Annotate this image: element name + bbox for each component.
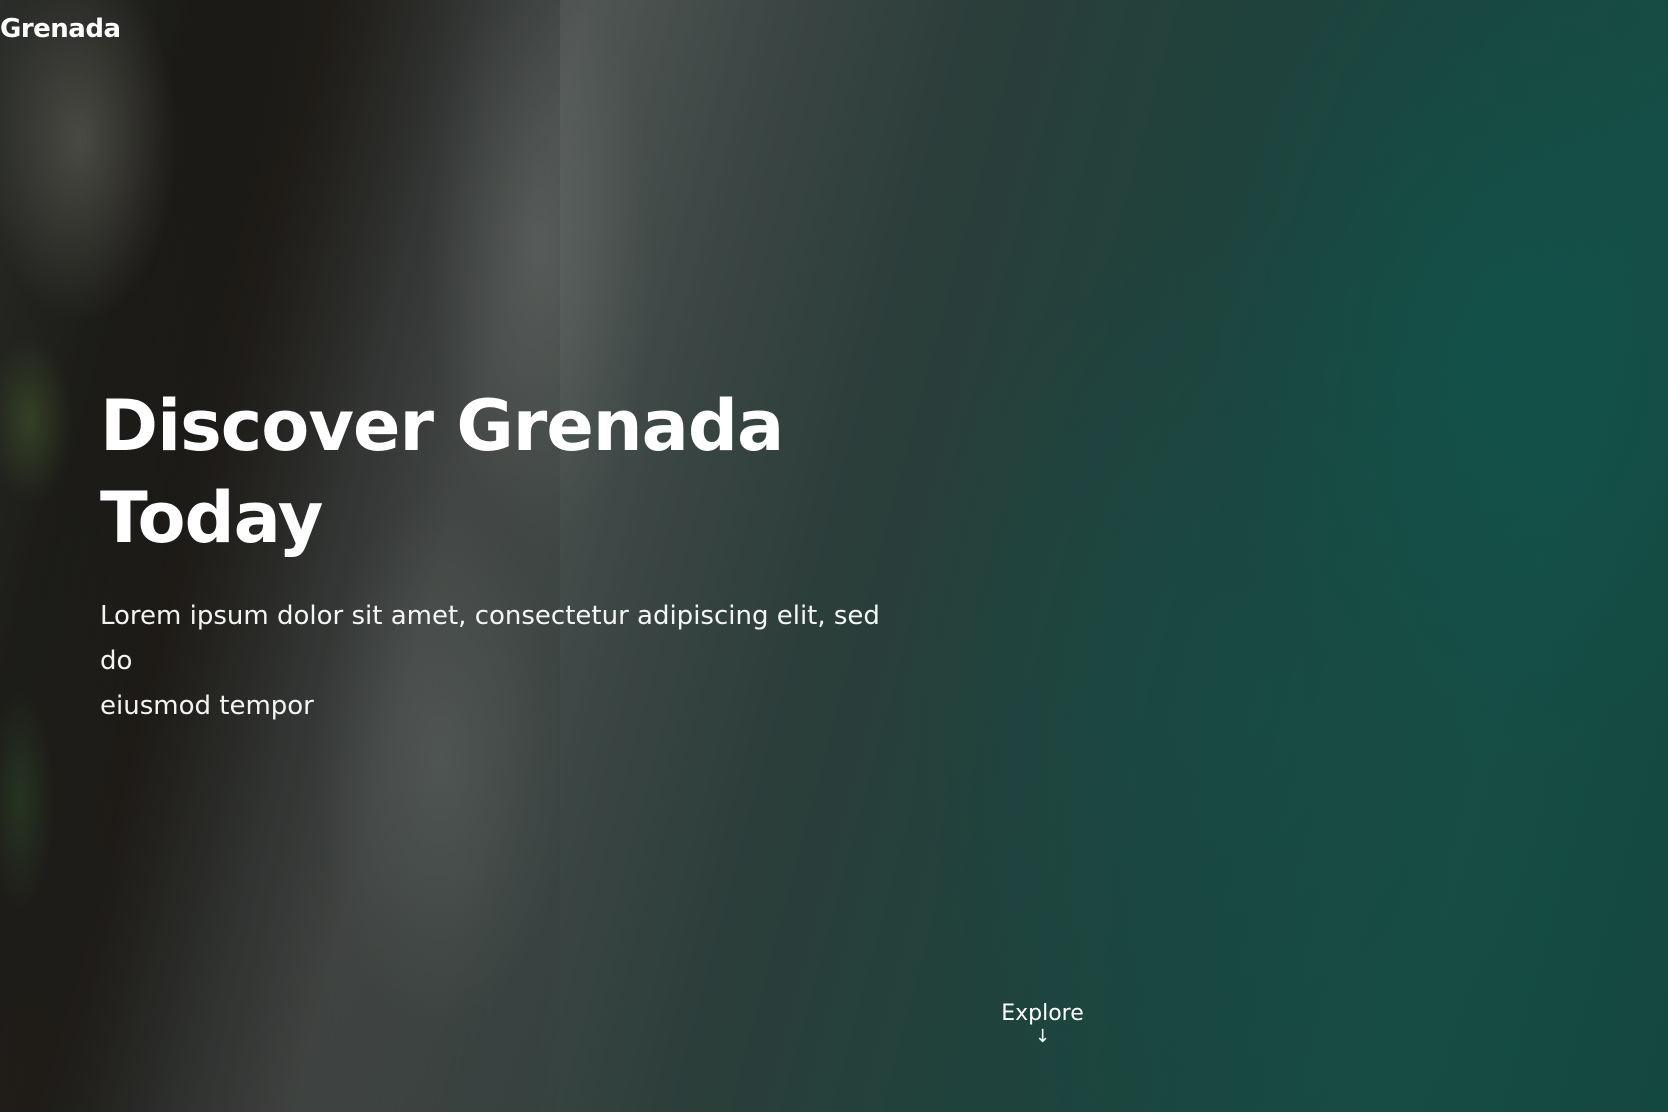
hero-title: Discover Grenada Today bbox=[100, 380, 960, 564]
brand-logo-link[interactable]: Grenada bbox=[0, 14, 121, 44]
hero-title-line-2: Today bbox=[100, 477, 323, 559]
hero-content: Discover Grenada Today Lorem ipsum dolor … bbox=[100, 380, 960, 729]
hero-subtitle-line-1: Lorem ipsum dolor sit amet, consectetur … bbox=[100, 601, 880, 676]
hero-subtitle-line-2: eiusmod tempor bbox=[100, 691, 314, 721]
explore-label: Explore bbox=[1001, 1001, 1084, 1026]
arrow-down-icon: ↓ bbox=[1034, 1026, 1051, 1047]
explore-link[interactable]: Explore ↓ bbox=[960, 1000, 1125, 1046]
hero-section: Grenada Discover Grenada Today Lorem ipsu… bbox=[0, 0, 1668, 1112]
hero-title-line-1: Discover Grenada bbox=[100, 385, 784, 467]
hero-subtitle: Lorem ipsum dolor sit amet, consectetur … bbox=[100, 594, 920, 729]
